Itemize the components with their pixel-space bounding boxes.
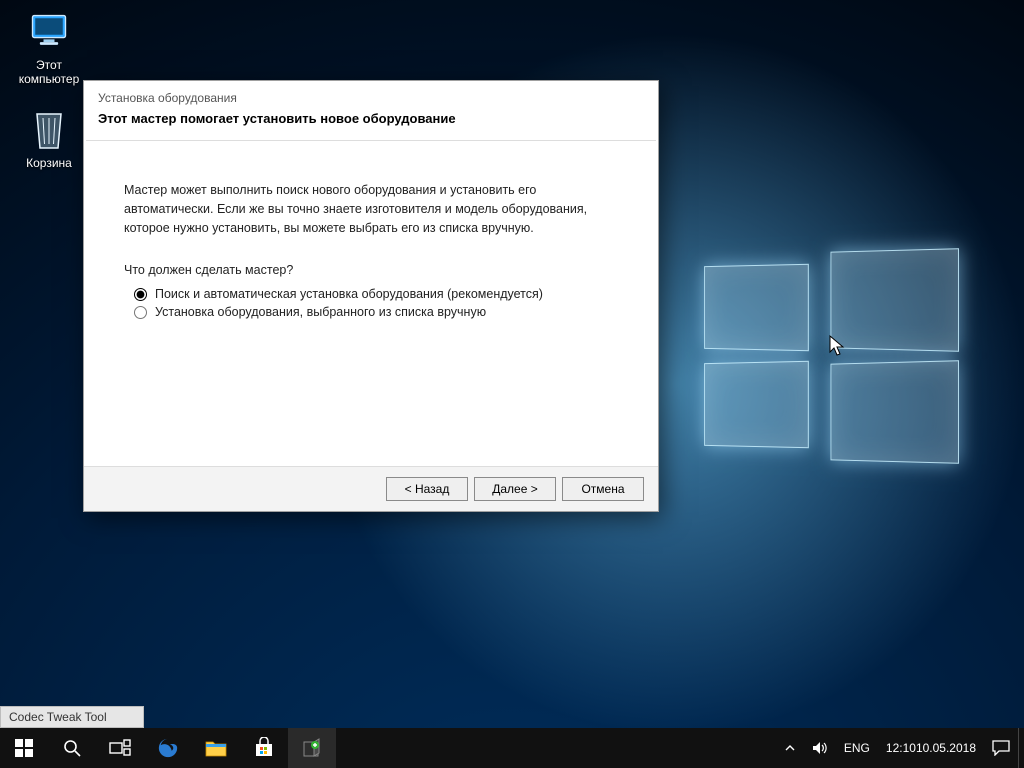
task-view-icon [109,739,131,757]
tray-chevron[interactable] [776,728,804,768]
mouse-cursor-icon [829,335,845,357]
action-center-button[interactable] [984,728,1018,768]
desktop-icon-recycle-bin[interactable]: Корзина [10,108,88,170]
option-manual[interactable]: Установка оборудования, выбранного из сп… [134,305,618,319]
edge-icon [157,737,179,759]
tray-volume[interactable] [804,728,836,768]
radio-auto[interactable] [134,288,147,301]
taskbar-app-store[interactable] [240,728,288,768]
taskbar-app-edge[interactable] [144,728,192,768]
wizard-description: Мастер может выполнить поиск нового обор… [124,181,618,237]
taskbar-app-hardware-wizard[interactable] [288,728,336,768]
option-auto-label: Поиск и автоматическая установка оборудо… [155,287,543,301]
desktop-icon-label: Этот компьютер [19,58,80,86]
hardware-box-icon [301,737,323,759]
clock-date: 10.05.2018 [916,741,976,755]
back-button[interactable]: < Назад [386,477,468,501]
wizard-question: Что должен сделать мастер? [124,263,618,277]
wizard-title: Установка оборудования [84,81,658,107]
taskbar-app-explorer[interactable] [192,728,240,768]
next-button[interactable]: Далее > [474,477,556,501]
cancel-button[interactable]: Отмена [562,477,644,501]
add-hardware-wizard: Установка оборудования Этот мастер помог… [83,80,659,512]
wizard-body: Мастер может выполнить поиск нового обор… [84,141,658,466]
wallpaper-windows-logo [700,250,960,460]
wizard-footer: < Назад Далее > Отмена [84,466,658,511]
store-icon [253,737,275,759]
monitor-icon [27,10,71,54]
search-button[interactable] [48,728,96,768]
tray-language[interactable]: ENG [836,728,878,768]
show-desktop-button[interactable] [1018,728,1024,768]
windows-logo-icon [15,739,33,757]
clock-time: 12:10 [886,741,916,755]
trash-icon [27,108,71,152]
chevron-up-icon [784,742,796,754]
desktop-icon-label: Корзина [26,156,72,170]
option-manual-label: Установка оборудования, выбранного из сп… [155,305,486,319]
speaker-icon [812,741,828,755]
radio-manual[interactable] [134,306,147,319]
wizard-heading: Этот мастер помогает установить новое об… [84,107,658,140]
folder-icon [205,738,227,758]
option-auto[interactable]: Поиск и автоматическая установка оборудо… [134,287,618,301]
start-button[interactable] [0,728,48,768]
codec-tweak-tool-tooltip: Codec Tweak Tool [0,706,144,728]
system-tray: ENG 12:10 10.05.2018 [776,728,1024,768]
desktop: Этот компьютер Корзина Установка оборудо… [0,0,1024,768]
task-view-button[interactable] [96,728,144,768]
notification-icon [992,740,1010,756]
taskbar: ENG 12:10 10.05.2018 [0,728,1024,768]
tray-clock[interactable]: 12:10 10.05.2018 [878,728,984,768]
desktop-icon-this-pc[interactable]: Этот компьютер [10,10,88,86]
search-icon [62,738,82,758]
